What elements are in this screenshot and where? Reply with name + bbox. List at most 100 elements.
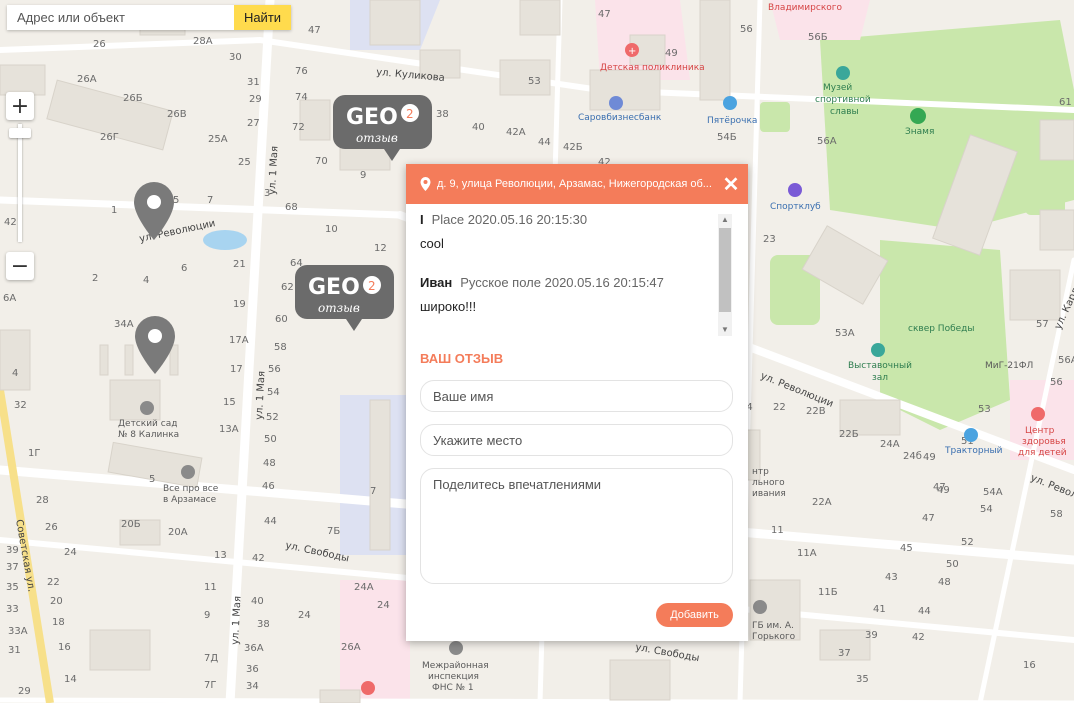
svg-text:7: 7	[207, 195, 213, 206]
svg-text:29: 29	[18, 686, 31, 697]
review-place: Русское поле	[460, 275, 541, 290]
svg-text:35: 35	[856, 674, 869, 685]
svg-text:9: 9	[204, 610, 210, 621]
svg-text:7Б: 7Б	[327, 526, 340, 537]
review-text: широко!!!	[420, 299, 477, 314]
svg-text:19: 19	[233, 299, 246, 310]
svg-text:54Б: 54Б	[717, 132, 737, 143]
svg-text:48: 48	[938, 577, 951, 588]
svg-text:39: 39	[6, 545, 19, 556]
svg-text:40: 40	[472, 122, 485, 133]
svg-text:54А: 54А	[983, 487, 1003, 498]
svg-text:15: 15	[223, 397, 236, 408]
svg-text:76: 76	[295, 66, 308, 77]
reviews-scrollbar[interactable]: ▲ ▼	[718, 214, 732, 336]
svg-text:24А: 24А	[880, 439, 900, 450]
zoom-slider-track[interactable]	[18, 124, 22, 242]
svg-text:56: 56	[1050, 377, 1063, 388]
svg-text:31: 31	[8, 645, 21, 656]
svg-text:52: 52	[961, 537, 974, 548]
svg-text:25: 25	[238, 157, 251, 168]
svg-text:26Г: 26Г	[100, 132, 119, 143]
svg-text:20А: 20А	[168, 527, 188, 538]
svg-text:33: 33	[6, 604, 19, 615]
zoom-out-button[interactable]: −	[6, 252, 34, 280]
svg-text:Владимирского: Владимирского	[768, 3, 842, 13]
svg-text:34: 34	[246, 681, 259, 692]
svg-text:ивания: ивания	[752, 489, 786, 499]
add-review-button[interactable]: Добавить	[656, 603, 733, 627]
geo-review-marker[interactable]: GEO 2 отзыв	[295, 265, 394, 331]
svg-text:40: 40	[251, 596, 264, 607]
svg-text:№ 8 Калинка: № 8 Калинка	[118, 430, 179, 440]
svg-text:49: 49	[665, 48, 678, 59]
popup-header: д. 9, улица Революции, Арзамас, Нижегоро…	[406, 164, 748, 204]
svg-text:38: 38	[436, 109, 449, 120]
svg-text:инспекция: инспекция	[428, 672, 479, 682]
search-input[interactable]	[7, 5, 234, 30]
review-textarea[interactable]	[420, 468, 733, 584]
review-date: 2020.05.16 20:15:30	[467, 212, 588, 227]
svg-text:56: 56	[740, 24, 753, 35]
svg-text:Саровбизнесбанк: Саровбизнесбанк	[578, 113, 662, 123]
place-input[interactable]	[420, 424, 733, 456]
search-button[interactable]: Найти	[234, 5, 291, 30]
svg-text:11А: 11А	[797, 548, 817, 559]
zoom-slider-handle[interactable]	[9, 128, 31, 138]
svg-text:зал: зал	[872, 373, 888, 383]
review-form-title: ВАШ ОТЗЫВ	[420, 351, 504, 366]
svg-text:42: 42	[912, 632, 925, 643]
svg-text:58: 58	[1050, 509, 1063, 520]
scroll-down-icon[interactable]: ▼	[718, 324, 732, 336]
svg-text:Знамя: Знамя	[905, 127, 934, 137]
svg-text:57: 57	[1036, 319, 1049, 330]
svg-text:20: 20	[50, 596, 63, 607]
svg-text:62: 62	[281, 282, 294, 293]
svg-text:36: 36	[246, 664, 259, 675]
svg-text:22: 22	[773, 402, 786, 413]
scroll-up-icon[interactable]: ▲	[718, 214, 732, 226]
zoom-control: + −	[6, 92, 34, 280]
svg-text:МиГ-21ФЛ: МиГ-21ФЛ	[985, 361, 1033, 371]
svg-text:Горького: Горького	[752, 632, 796, 642]
svg-text:16: 16	[58, 642, 71, 653]
svg-text:для детей: для детей	[1018, 448, 1067, 458]
review-place: Place	[431, 212, 465, 227]
svg-text:14: 14	[64, 674, 77, 685]
svg-text:49: 49	[923, 452, 936, 463]
review-date: 2020.05.16 20:15:47	[544, 275, 664, 290]
review-author: Иван	[420, 275, 453, 290]
svg-text:36А: 36А	[244, 643, 264, 654]
svg-text:56Б: 56Б	[808, 32, 828, 43]
map-pin-icon[interactable]	[135, 316, 175, 374]
svg-text:сквер Победы: сквер Победы	[908, 324, 975, 334]
svg-text:22А: 22А	[812, 497, 832, 508]
svg-text:17: 17	[230, 364, 243, 375]
svg-text:22В: 22В	[806, 406, 826, 417]
review-author: I	[420, 212, 424, 227]
svg-text:42: 42	[4, 217, 17, 228]
svg-text:12: 12	[374, 243, 387, 254]
svg-text:13А: 13А	[219, 424, 239, 435]
svg-text:Центр: Центр	[1025, 426, 1055, 436]
svg-text:37: 37	[6, 562, 19, 573]
svg-text:35: 35	[6, 582, 19, 593]
name-input[interactable]	[420, 380, 733, 412]
svg-text:18: 18	[52, 617, 65, 628]
reviews-list[interactable]: I Place 2020.05.16 20:15:30 cool Иван Русс…	[406, 204, 748, 338]
svg-text:24: 24	[377, 600, 390, 611]
svg-text:26А: 26А	[77, 74, 97, 85]
svg-text:GEO: GEO	[346, 105, 398, 130]
svg-text:70: 70	[315, 156, 328, 167]
svg-text:53: 53	[528, 76, 541, 87]
svg-text:56: 56	[268, 364, 281, 375]
svg-text:52: 52	[266, 412, 279, 423]
close-icon[interactable]: ✕	[714, 172, 748, 197]
svg-text:53А: 53А	[835, 328, 855, 339]
zoom-in-button[interactable]: +	[6, 92, 34, 120]
svg-text:7Г: 7Г	[204, 680, 216, 691]
svg-text:32: 32	[14, 400, 27, 411]
scroll-thumb[interactable]	[719, 228, 731, 312]
svg-text:72: 72	[292, 122, 305, 133]
svg-text:56А: 56А	[817, 136, 837, 147]
